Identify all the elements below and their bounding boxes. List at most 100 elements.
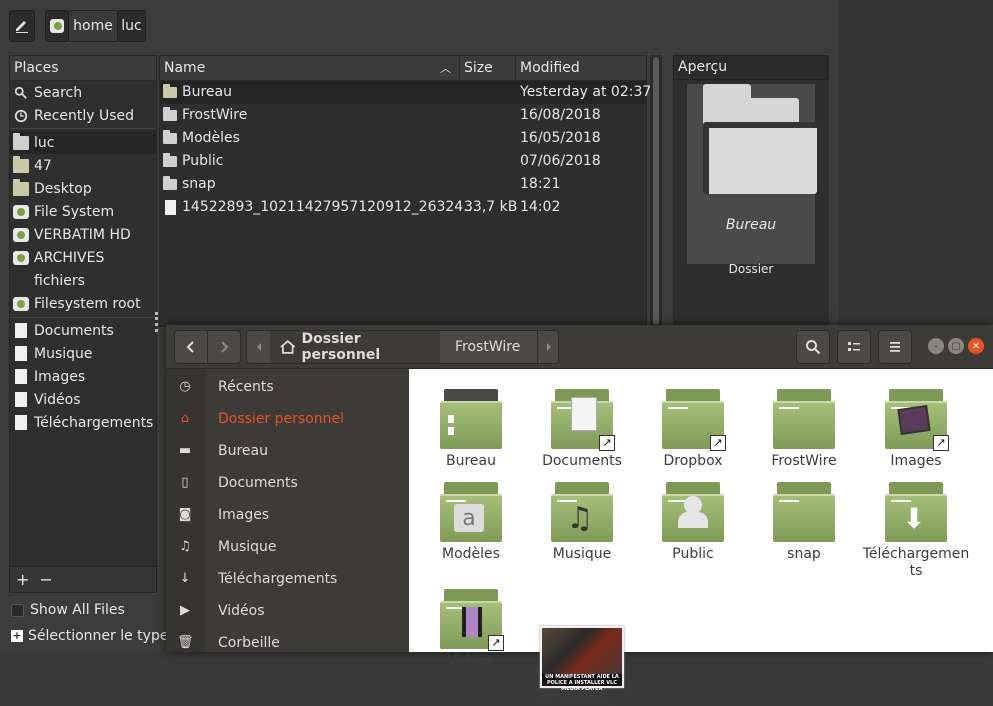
- file-row[interactable]: snap 18:21: [160, 173, 646, 196]
- sort-arrow-icon: ︿: [440, 62, 451, 75]
- home-icon: ⌂: [180, 411, 190, 426]
- place-desktop[interactable]: Desktop: [10, 177, 156, 200]
- bookmark-images[interactable]: Images: [10, 365, 156, 388]
- camera-icon: ◙: [178, 507, 192, 522]
- template-emblem-icon: a: [454, 504, 484, 532]
- folder-item-modeles[interactable]: a Modèles: [415, 476, 527, 568]
- place-filesystem-root[interactable]: Filesystem root: [10, 292, 156, 315]
- file-row[interactable]: Bureau Yesterday at 02:37: [160, 81, 651, 104]
- forward-button[interactable]: [207, 330, 241, 364]
- drive-icon: [50, 19, 64, 33]
- document-icon: [15, 392, 27, 407]
- close-button[interactable]: ✕: [968, 338, 984, 354]
- folder-icon: ▬: [178, 443, 192, 458]
- document-icon: [15, 346, 27, 361]
- link-arrow-icon: ↗: [599, 435, 615, 451]
- link-arrow-icon: ↗: [710, 435, 726, 451]
- place-archives[interactable]: ARCHIVES: [10, 246, 156, 269]
- sidebar-item-videos[interactable]: ▶ Vidéos: [166, 595, 409, 627]
- add-bookmark-button[interactable]: +: [16, 570, 29, 589]
- path-button-luc[interactable]: luc: [117, 10, 146, 42]
- place-recently-used[interactable]: Recently Used: [10, 104, 156, 127]
- folder-item-bureau[interactable]: Bureau: [415, 383, 527, 475]
- file-row[interactable]: FrostWire 16/08/2018: [160, 104, 646, 127]
- sidebar-item-images[interactable]: ◙ Images: [166, 499, 409, 531]
- place-search[interactable]: Search: [10, 81, 156, 104]
- folder-item-dropbox[interactable]: ↗ Dropbox: [637, 383, 749, 475]
- folder-item-videos[interactable]: ↗ Vidéos: [415, 583, 527, 675]
- menu-button[interactable]: [878, 330, 912, 364]
- column-modified[interactable]: Modified: [520, 56, 580, 81]
- folder-item-public[interactable]: Public: [637, 476, 749, 568]
- folder-icon: ⬇: [885, 482, 947, 542]
- home-folder-icon: [13, 132, 29, 150]
- list-view-icon: [848, 342, 860, 351]
- bookmark-videos[interactable]: Vidéos: [10, 388, 156, 411]
- sidebar-item-telechargements[interactable]: ↓ Téléchargements: [166, 563, 409, 595]
- sidebar-item-bureau[interactable]: ▬ Bureau: [166, 435, 409, 467]
- edit-location-button[interactable]: [9, 10, 35, 42]
- back-button[interactable]: [174, 330, 208, 364]
- maximize-button[interactable]: ▢: [948, 338, 964, 354]
- file-row[interactable]: 14522893_10211427957120912_26324… 33,7 k…: [160, 196, 646, 219]
- place-verbatim-hd[interactable]: VERBATIM HD: [10, 223, 156, 246]
- download-emblem-icon: ⬇: [902, 501, 926, 535]
- image-thumbnail[interactable]: UN MANIFESTANT AIDE LA POLICE A INSTALLE…: [540, 626, 624, 692]
- folder-icon: [13, 155, 29, 173]
- folder-icon: [440, 389, 502, 449]
- path-home[interactable]: Dossier personnel: [270, 331, 440, 363]
- folder-item-images[interactable]: ↗ Images: [860, 383, 972, 475]
- remove-bookmark-button[interactable]: −: [39, 570, 52, 589]
- folder-item-frostwire[interactable]: FrostWire: [748, 383, 860, 475]
- preview-name: Bureau: [725, 217, 777, 233]
- file-row[interactable]: Modèles 16/05/2018: [160, 127, 646, 150]
- hamburger-icon: [890, 342, 900, 352]
- path-frostwire[interactable]: FrostWire: [443, 331, 535, 363]
- show-all-files-checkbox[interactable]: Show All Files: [11, 602, 125, 618]
- folder-icon: [163, 107, 177, 121]
- sidebar-item-musique[interactable]: ♫ Musique: [166, 531, 409, 563]
- path-scroll-left[interactable]: [247, 331, 270, 363]
- sidebar-item-corbeille[interactable]: 🗑 Corbeille: [166, 627, 409, 659]
- select-type-expander[interactable]: + Sélectionner le type c: [11, 628, 181, 644]
- document-icon: [15, 369, 27, 384]
- folder-item-musique[interactable]: ♫ Musique: [526, 476, 638, 568]
- folder-icon: a: [440, 482, 502, 542]
- file-row[interactable]: Public 07/06/2018: [160, 150, 646, 173]
- folder-icon: [163, 130, 177, 144]
- minimize-button[interactable]: –: [928, 338, 944, 354]
- bookmark-musique[interactable]: Musique: [10, 342, 156, 365]
- file-list-header: Name ︿ Size Modified: [160, 56, 646, 81]
- view-toggle-button[interactable]: [837, 330, 871, 364]
- path-root-button[interactable]: [45, 10, 69, 42]
- drive-icon: [13, 296, 29, 311]
- nautilus-window: Dossier personnel FrostWire – ▢ ✕ ◷ Réce…: [166, 325, 993, 706]
- folder-item-documents[interactable]: ↗ Documents: [526, 383, 638, 475]
- sidebar-item-documents[interactable]: ▯ Documents: [166, 467, 409, 499]
- place-file-system[interactable]: File System: [10, 200, 156, 223]
- column-name[interactable]: Name: [164, 56, 205, 81]
- folder-item-telechargements[interactable]: ⬇ Téléchargements: [860, 476, 972, 579]
- sidebar-item-recents[interactable]: ◷ Récents: [166, 371, 409, 403]
- drive-icon: [13, 204, 29, 219]
- folder-icon: ↗: [551, 389, 615, 451]
- bookmark-telechargements[interactable]: Téléchargements: [10, 411, 156, 434]
- file-list-scrollbar[interactable]: [650, 55, 662, 327]
- folder-icon: ↗: [662, 389, 726, 451]
- drive-icon: [13, 227, 29, 242]
- music-emblem-icon: ♫: [566, 500, 594, 536]
- folder-icon: ♫: [551, 482, 613, 542]
- path-button-home[interactable]: home: [68, 10, 118, 42]
- place-fichiers[interactable]: fichiers: [10, 269, 156, 292]
- folder-item-snap[interactable]: snap: [748, 476, 860, 568]
- place-luc[interactable]: luc: [10, 131, 156, 154]
- pane-resize-handle[interactable]: [155, 312, 158, 332]
- sidebar-item-home[interactable]: ⌂ Dossier personnel: [166, 403, 409, 435]
- video-icon: ▶: [180, 603, 190, 618]
- place-47[interactable]: 47: [10, 154, 156, 177]
- bookmark-documents[interactable]: Documents: [10, 319, 156, 342]
- column-size[interactable]: Size: [464, 56, 493, 81]
- search-button[interactable]: [796, 330, 830, 364]
- pencil-icon: [16, 21, 28, 33]
- path-scroll-right[interactable]: [537, 331, 559, 363]
